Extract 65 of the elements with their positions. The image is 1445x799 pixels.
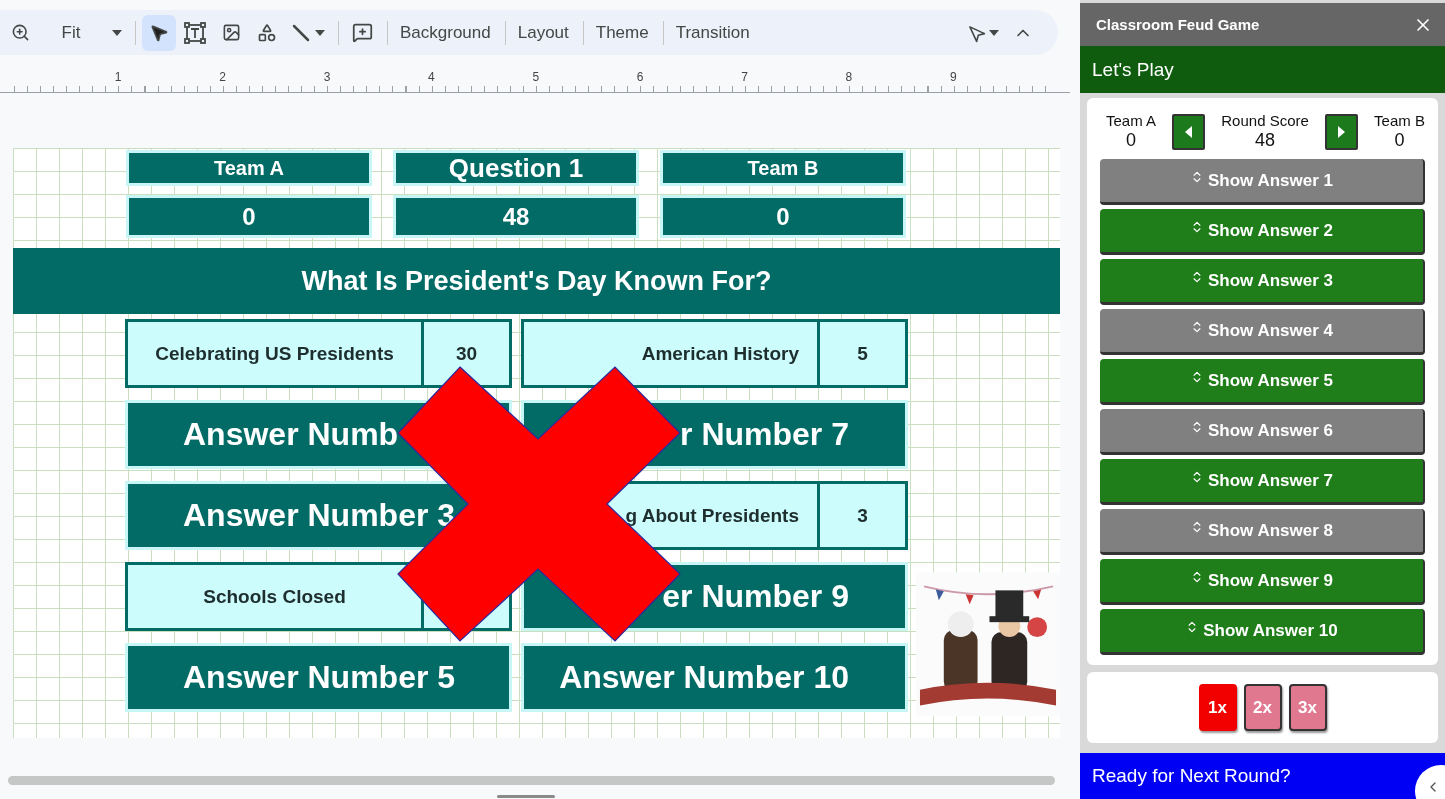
toolbar-button[interactable]: Background (394, 14, 497, 51)
show-answer-button[interactable]: Show Answer 7 (1100, 459, 1425, 505)
horizontal-scrollbar[interactable] (8, 776, 1055, 785)
zoom-icon (11, 23, 30, 42)
right-triangle-icon (1337, 126, 1345, 138)
answer-score: 5 (856, 341, 869, 366)
award-left-button[interactable] (1172, 114, 1206, 150)
panel-title: Classroom Feud Game (1096, 16, 1260, 33)
show-answer-button[interactable]: Show Answer 4 (1100, 309, 1425, 355)
score-display: 0 (126, 195, 372, 238)
header-label: Team B (660, 150, 906, 186)
score-display: 0 (660, 195, 906, 238)
round-label: Round Score (1221, 112, 1309, 131)
hidden-answer: Answer Number 5 (125, 643, 512, 712)
show-answer-button[interactable]: Show Answer 8 (1100, 509, 1425, 555)
score-display: 48 (393, 195, 639, 238)
toolbar-button[interactable]: Theme (589, 14, 655, 51)
question-banner: What Is President's Day Known For? (13, 248, 1060, 314)
toolbar-button[interactable]: Transition (669, 14, 756, 51)
show-answer-button[interactable]: Show Answer 3 (1100, 259, 1425, 305)
section-header: Let's Play (1080, 46, 1445, 93)
award-right-button[interactable] (1324, 114, 1358, 150)
header-label: Question 1 (393, 150, 639, 186)
hidden-answer: Answer Number 10 (521, 643, 908, 712)
left-triangle-icon (1185, 126, 1193, 138)
header-label: Team A (126, 150, 372, 186)
team-score: 0 (1126, 130, 1136, 152)
ruler-number: 1 (113, 70, 123, 84)
answer-text: Celebrating US Presidents (128, 322, 424, 385)
zoom-dropdown[interactable]: Fit (6, 14, 127, 51)
answer-score: 3 (856, 503, 869, 528)
toolbar-button[interactable]: Layout (511, 14, 575, 51)
answer-score: 30 (454, 341, 479, 366)
next-round-bar[interactable]: Ready for Next Round? (1080, 753, 1445, 799)
ruler-number: 5 (531, 70, 541, 84)
show-answer-button[interactable]: Show Answer 9 (1100, 559, 1425, 605)
multiplier-button[interactable]: 1x (1198, 684, 1237, 731)
show-answer-button[interactable]: Show Answer 6 (1100, 409, 1425, 455)
resize-handle[interactable] (497, 795, 555, 798)
team-label: Team A (1106, 112, 1157, 131)
show-answer-button[interactable]: Show Answer 10 (1100, 609, 1425, 655)
shapes-icon (257, 22, 277, 43)
ruler-number: 7 (740, 70, 749, 84)
image-icon (221, 23, 241, 42)
show-answer-button[interactable]: Show Answer 1 (1100, 159, 1425, 205)
ruler-number: 4 (427, 70, 436, 84)
line-icon (291, 22, 311, 43)
ruler-number: 3 (322, 70, 332, 84)
tool-button[interactable] (142, 14, 176, 51)
caret-icon (112, 29, 122, 36)
text-box-icon (184, 21, 206, 44)
ruler-number: 2 (218, 70, 227, 84)
multiplier-button[interactable]: 3x (1288, 684, 1327, 731)
comment-add-icon (351, 22, 373, 43)
ruler-number: 6 (635, 70, 645, 84)
show-answer-button[interactable]: Show Answer 2 (1100, 209, 1425, 255)
multiplier-button[interactable]: 2x (1243, 684, 1282, 731)
caret-icon (989, 29, 999, 36)
team-label: Team B (1374, 112, 1425, 131)
round-score: 48 (1255, 130, 1276, 152)
team-score: 0 (1394, 130, 1405, 152)
ruler-number: 9 (948, 70, 958, 84)
show-answer-button[interactable]: Show Answer 5 (1100, 359, 1425, 405)
ruler-number: 8 (844, 70, 854, 84)
caret-icon (315, 29, 325, 36)
